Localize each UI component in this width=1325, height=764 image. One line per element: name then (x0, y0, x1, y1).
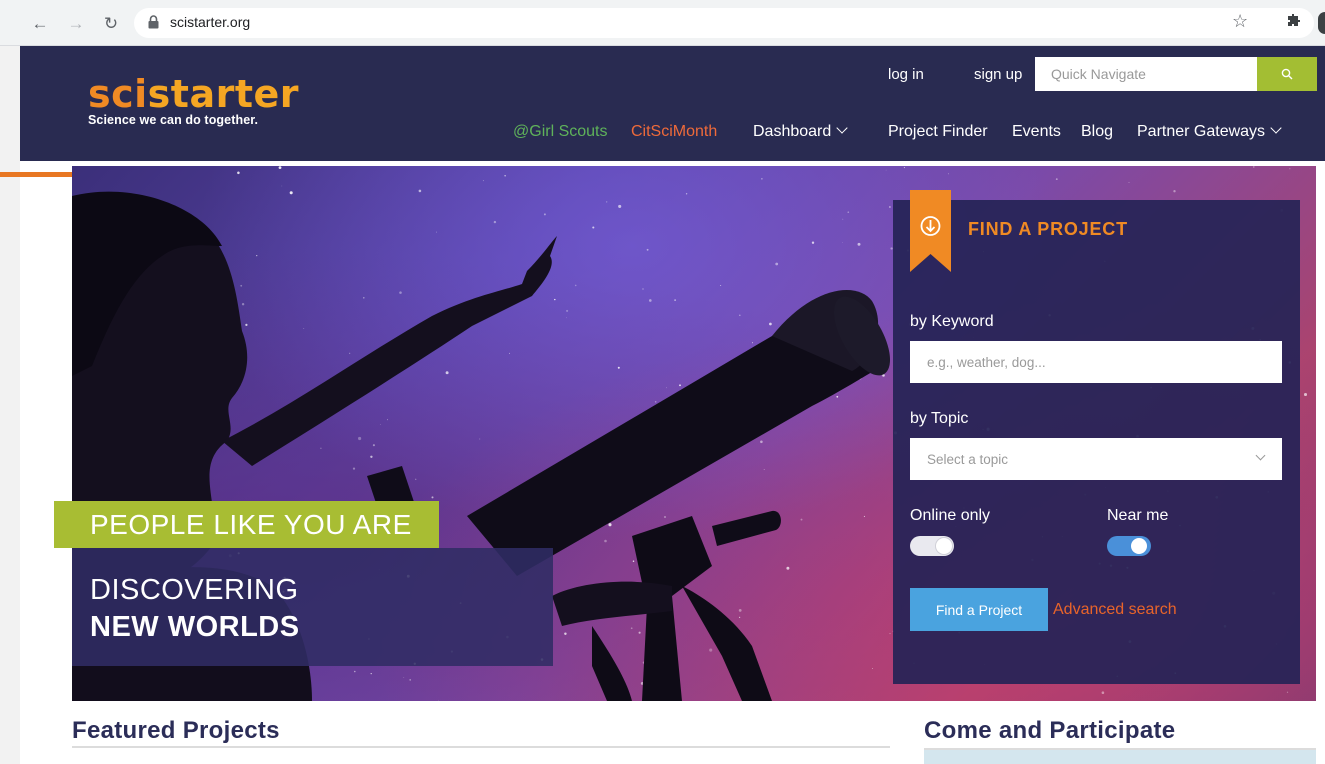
nav-partner-gateways[interactable]: Partner Gateways (1137, 122, 1282, 141)
site-header: scistarter Science we can do together. l… (20, 46, 1325, 161)
hero-tagline-text: PEOPLE LIKE YOU ARE (90, 508, 412, 540)
featured-projects-heading: Featured Projects (72, 717, 280, 744)
url-text: scistarter.org (170, 14, 251, 30)
search-icon (1281, 68, 1293, 80)
chevron-down-icon (1270, 122, 1282, 134)
forward-arrow-icon[interactable]: → (66, 14, 86, 34)
lock-icon (148, 15, 159, 29)
find-project-button[interactable]: Find a Project (910, 588, 1048, 631)
toggle-knob (1131, 538, 1147, 554)
keyword-input[interactable] (910, 341, 1282, 383)
address-bar[interactable]: scistarter.org ☆ (134, 8, 1314, 38)
participate-panel (924, 748, 1316, 764)
near-me-label: Near me (1107, 507, 1169, 524)
chevron-down-icon (1255, 450, 1266, 461)
nav-project-finder[interactable]: Project Finder (888, 123, 988, 141)
nav-events[interactable]: Events (1012, 123, 1061, 141)
quick-navigate-search-button[interactable] (1257, 57, 1317, 91)
come-participate-heading: Come and Participate (924, 717, 1176, 744)
topic-select-value: Select a topic (927, 451, 1009, 467)
hero-headline-line2: NEW WORLDS (90, 611, 300, 643)
quick-navigate-input[interactable] (1035, 57, 1257, 91)
orange-accent-bar (0, 172, 72, 177)
advanced-search-link[interactable]: Advanced search (1053, 601, 1177, 619)
online-only-toggle[interactable] (910, 536, 954, 556)
topic-label: by Topic (910, 410, 969, 427)
online-only-label: Online only (910, 507, 991, 524)
scistarter-logo[interactable]: scistarter Science we can do together. (88, 74, 299, 127)
extensions-puzzle-icon[interactable] (1286, 13, 1302, 29)
browser-toolbar: ← → ↻ scistarter.org ☆ (0, 0, 1325, 46)
topic-select[interactable]: Select a topic (910, 438, 1282, 480)
login-link[interactable]: log in (888, 66, 924, 83)
hero-tagline-green: PEOPLE LIKE YOU ARE (54, 501, 439, 548)
logo-starter: starter (147, 72, 300, 116)
nav-dashboard-label: Dashboard (753, 123, 832, 140)
signup-link[interactable]: sign up (974, 66, 1022, 83)
keyword-label: by Keyword (910, 313, 994, 330)
toggle-knob (936, 538, 952, 554)
nav-partner-gateways-label: Partner Gateways (1137, 123, 1266, 140)
reload-icon[interactable]: ↻ (101, 14, 121, 34)
featured-divider (72, 746, 890, 748)
nav-girl-scouts[interactable]: @Girl Scouts (513, 123, 607, 141)
hero-headline-box: DISCOVERING NEW WORLDS (72, 548, 553, 666)
find-project-title: FIND A PROJECT (968, 219, 1128, 239)
bookmark-star-icon[interactable]: ☆ (1232, 11, 1248, 32)
hero-headline-line1: DISCOVERING (90, 574, 299, 606)
nav-dashboard[interactable]: Dashboard (753, 122, 848, 141)
logo-sci: sci (88, 72, 148, 116)
profile-avatar[interactable] (1318, 12, 1325, 34)
nav-citsci-month[interactable]: CitSciMonth (631, 123, 717, 141)
back-arrow-icon[interactable]: ← (30, 14, 50, 34)
page-left-gutter (0, 46, 20, 764)
nav-blog[interactable]: Blog (1081, 123, 1113, 141)
download-ribbon-icon (910, 190, 951, 272)
near-me-toggle[interactable] (1107, 536, 1151, 556)
chevron-down-icon (836, 122, 848, 134)
